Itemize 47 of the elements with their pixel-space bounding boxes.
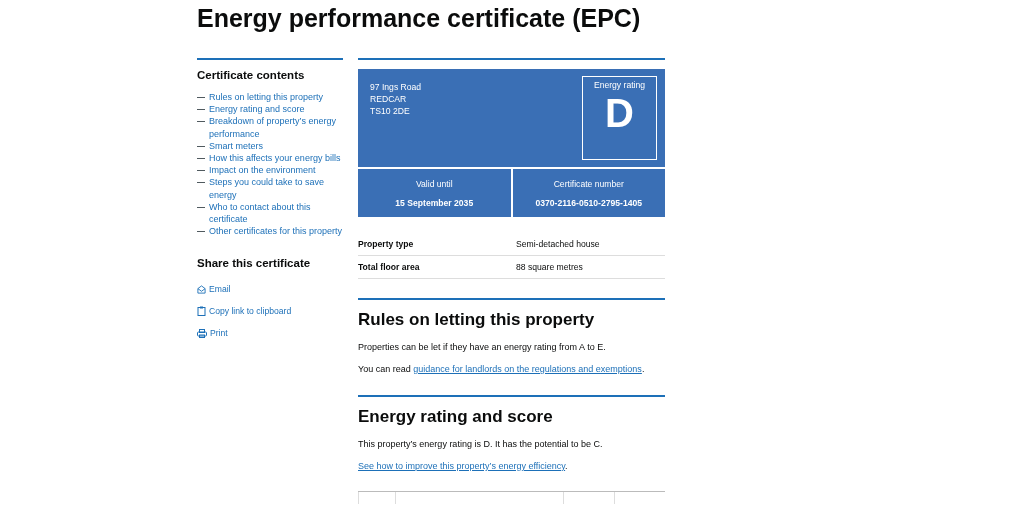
dash-icon — [197, 121, 205, 123]
summary-value: Semi-detached house — [516, 239, 600, 249]
valid-date: 15 September 2035 — [395, 197, 474, 208]
summary-label: Total floor area — [358, 262, 421, 272]
dash-icon — [197, 170, 205, 172]
clipboard-icon — [197, 306, 206, 317]
address-line: REDCAR — [370, 93, 408, 105]
dash-icon — [197, 109, 205, 111]
page-title: Energy performance certificate (EPC) — [197, 4, 642, 34]
contents-link[interactable]: Who to contact about this certificate — [209, 200, 343, 226]
share-link[interactable]: Print — [210, 328, 228, 339]
section-text: Properties can be let if they have an energy rating from A to E. — [358, 342, 607, 352]
text-link[interactable]: guidance for landlords on the regulations and exemptions — [413, 364, 642, 374]
share-heading: Share this certificate — [197, 257, 312, 270]
dash-icon — [197, 97, 205, 98]
dash-icon — [197, 158, 205, 159]
contents-link[interactable]: Breakdown of property’s energy performance — [209, 115, 343, 140]
summary-value: 88 square metres — [516, 262, 583, 272]
summary-label: Property type — [358, 239, 415, 249]
contents-link[interactable]: Other certificates for this property — [209, 225, 343, 238]
section-text: This property’s energy rating is D. It has the potential to be C. — [358, 439, 604, 449]
share-link[interactable]: Email — [209, 284, 231, 295]
dash-icon — [197, 145, 205, 147]
dash-icon — [197, 231, 205, 233]
envelope-icon — [197, 284, 206, 294]
section-link-text: See how to improve this property’s energy efficiency. — [358, 461, 569, 471]
certificate-number: 0370-2116-0510-2795-1405 — [535, 197, 643, 208]
share-link[interactable]: Copy link to clipboard — [209, 306, 292, 317]
dash-icon — [197, 182, 205, 184]
dash-icon — [197, 206, 205, 208]
contents-link[interactable]: How this affects your energy bills — [209, 152, 341, 165]
rating-label: Energy rating — [593, 80, 646, 90]
section-heading: Rules on letting this property — [358, 310, 596, 330]
contents-link[interactable]: Rules on letting this property — [209, 91, 324, 104]
section-link-text: You can read guidance for landlords on the regulations and exemptions. — [358, 364, 646, 374]
contents-link[interactable]: Steps you could take to save energy — [209, 176, 343, 201]
contents-heading: Certificate contents — [197, 69, 306, 81]
contents-link[interactable]: Impact on the environment — [209, 164, 316, 177]
address-line: 97 Ings Road — [370, 81, 422, 93]
address-line: TS10 2DE — [370, 105, 411, 117]
printer-icon — [197, 328, 207, 338]
number-label: Certificate number — [553, 178, 624, 189]
rating-letter: D — [605, 90, 634, 136]
contents-link[interactable]: Energy rating and score — [209, 103, 305, 116]
valid-label: Valid until — [415, 178, 453, 189]
section-heading: Energy rating and score — [358, 407, 554, 427]
contents-link[interactable]: Smart meters — [209, 139, 263, 152]
